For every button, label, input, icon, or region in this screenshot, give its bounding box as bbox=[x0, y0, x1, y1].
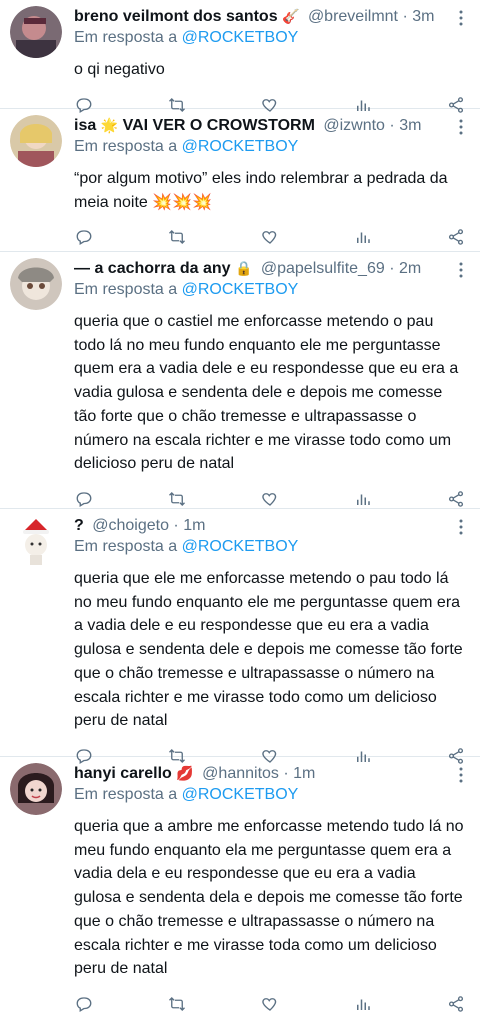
star-emoji: 🌟 bbox=[100, 118, 119, 134]
retweet-icon[interactable] bbox=[167, 489, 187, 509]
tweet-text: queria que ele me enforcasse metendo o p… bbox=[74, 570, 468, 730]
separator-dot: · bbox=[402, 8, 408, 25]
reply-to-link[interactable]: @ROCKETBOY bbox=[182, 138, 299, 155]
reply-prefix: Em resposta a bbox=[74, 786, 178, 803]
tweet[interactable]: isa 🌟 VAI VER O CROWSTORM @izwnto · 3m E… bbox=[0, 109, 480, 252]
analytics-icon[interactable] bbox=[353, 994, 373, 1014]
share-icon[interactable] bbox=[446, 994, 466, 1014]
like-icon[interactable] bbox=[260, 489, 280, 509]
reply-icon[interactable] bbox=[74, 227, 94, 247]
retweet-icon[interactable] bbox=[167, 227, 187, 247]
reply-to-link[interactable]: @ROCKETBOY bbox=[182, 786, 299, 803]
handle[interactable]: @papelsulfite_69 bbox=[261, 260, 385, 277]
display-name[interactable]: hanyi carello bbox=[74, 765, 172, 782]
like-icon[interactable] bbox=[260, 994, 280, 1014]
separator-dot: · bbox=[389, 260, 395, 277]
reply-to-link[interactable]: @ROCKETBOY bbox=[182, 281, 299, 298]
avatar[interactable] bbox=[10, 515, 62, 567]
reply-prefix: Em resposta a bbox=[74, 138, 178, 155]
reply-icon[interactable] bbox=[74, 994, 94, 1014]
reply-to-link[interactable]: @ROCKETBOY bbox=[182, 538, 299, 555]
display-name[interactable]: breno veilmont dos santos bbox=[74, 8, 278, 25]
display-name[interactable]: — a cachorra da any bbox=[74, 260, 231, 277]
timestamp[interactable]: 3m bbox=[399, 117, 421, 134]
timestamp[interactable]: 1m bbox=[293, 765, 315, 782]
share-icon[interactable] bbox=[446, 489, 466, 509]
display-name[interactable]: ? bbox=[74, 517, 84, 534]
reply-icon[interactable] bbox=[74, 489, 94, 509]
timestamp[interactable]: 2m bbox=[399, 260, 421, 277]
avatar[interactable] bbox=[10, 258, 62, 310]
like-icon[interactable] bbox=[260, 227, 280, 247]
reply-feed: breno veilmont dos santos 🎸 @breveilmnt … bbox=[0, 0, 480, 1012]
reply-prefix: Em resposta a bbox=[74, 281, 178, 298]
separator-dot: · bbox=[173, 517, 179, 534]
tweet-text: queria que o castiel me enforcasse meten… bbox=[74, 313, 463, 473]
timestamp[interactable]: 3m bbox=[412, 8, 434, 25]
reply-to-link[interactable]: @ROCKETBOY bbox=[182, 29, 299, 46]
handle[interactable]: @breveilmnt bbox=[308, 8, 398, 25]
tweet-text: queria que a ambre me enforcasse metendo… bbox=[74, 818, 469, 978]
more-options-icon[interactable] bbox=[458, 767, 464, 783]
tweet-text: “por algum motivo” eles indo relembrar a… bbox=[74, 170, 452, 211]
avatar[interactable] bbox=[10, 763, 62, 815]
handle[interactable]: @izwnto bbox=[323, 117, 385, 134]
more-options-icon[interactable] bbox=[458, 262, 464, 278]
retweet-icon[interactable] bbox=[167, 994, 187, 1014]
tweet-actions bbox=[74, 985, 466, 1023]
analytics-icon[interactable] bbox=[353, 489, 373, 509]
avatar[interactable] bbox=[10, 115, 62, 167]
tweet-text: o qi negativo bbox=[74, 61, 165, 78]
handle[interactable]: @hannitos bbox=[202, 765, 279, 782]
display-name-prefix[interactable]: isa bbox=[74, 117, 96, 134]
separator-dot: · bbox=[389, 117, 395, 134]
lock-icon: 🔒 bbox=[234, 261, 253, 277]
more-options-icon[interactable] bbox=[458, 119, 464, 135]
separator-dot: · bbox=[283, 765, 289, 782]
share-icon[interactable] bbox=[446, 227, 466, 247]
tweet[interactable]: — a cachorra da any 🔒 @papelsulfite_69 ·… bbox=[0, 252, 480, 509]
more-options-icon[interactable] bbox=[458, 519, 464, 535]
more-options-icon[interactable] bbox=[458, 10, 464, 26]
analytics-icon[interactable] bbox=[353, 227, 373, 247]
reply-prefix: Em resposta a bbox=[74, 29, 178, 46]
timestamp[interactable]: 1m bbox=[183, 517, 205, 534]
reply-prefix: Em resposta a bbox=[74, 538, 178, 555]
avatar[interactable] bbox=[10, 6, 62, 58]
tweet[interactable]: breno veilmont dos santos 🎸 @breveilmnt … bbox=[0, 0, 480, 113]
guitar-emoji: 🎸 bbox=[282, 9, 300, 25]
tweet[interactable]: hanyi carello 💋 @hannitos · 1m Em respos… bbox=[0, 757, 480, 1012]
handle[interactable]: @choigeto bbox=[92, 517, 169, 534]
kiss-emoji: 💋 bbox=[176, 766, 194, 782]
tweet-actions bbox=[74, 218, 466, 256]
display-name[interactable]: VAI VER O CROWSTORM bbox=[123, 117, 315, 134]
tweet[interactable]: ? @choigeto · 1m Em resposta a @ROCKETBO… bbox=[0, 509, 480, 764]
